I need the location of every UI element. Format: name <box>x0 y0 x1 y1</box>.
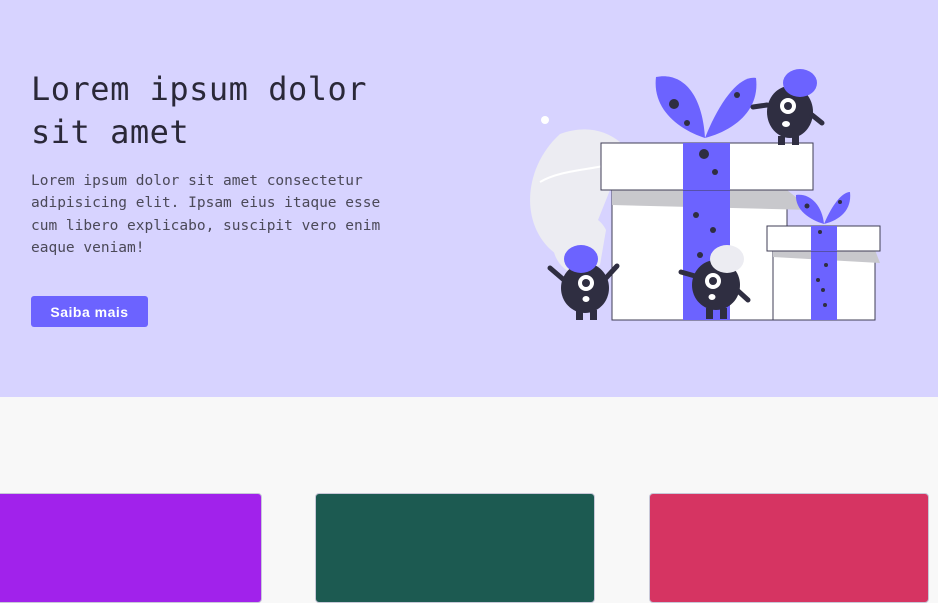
gift-illustration <box>530 69 881 321</box>
card-green[interactable] <box>315 493 595 603</box>
hero-section: Lorem ipsum dolor sit amet Lorem ipsum d… <box>0 0 938 397</box>
hero-description: Lorem ipsum dolor sit amet consectetur a… <box>31 173 381 257</box>
hero-title: Lorem ipsum dolor sit amet <box>31 70 368 151</box>
card-purple[interactable] <box>0 493 262 603</box>
card-pink[interactable] <box>649 493 929 603</box>
saiba-mais-button[interactable]: Saiba mais <box>31 296 148 327</box>
